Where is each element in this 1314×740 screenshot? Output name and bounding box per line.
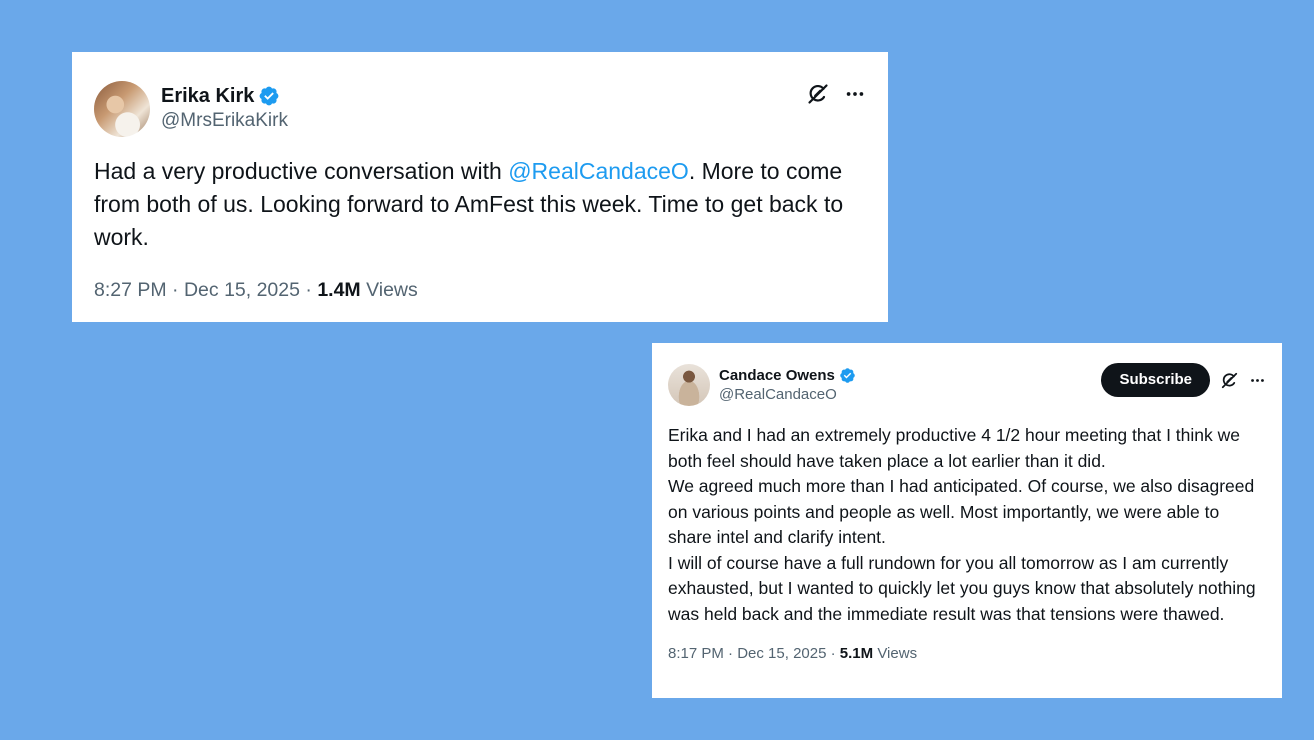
tweet-date[interactable]: Dec 15, 2025 [737, 645, 826, 662]
tweet-text: Erika and I had an extremely productive … [668, 423, 1266, 627]
tweet-paragraph: Erika and I had an extremely productive … [668, 425, 1240, 471]
avatar[interactable] [668, 364, 710, 406]
author-handle[interactable]: @RealCandaceO [719, 385, 856, 404]
tweet-text: Had a very productive conversation with … [94, 155, 866, 254]
grok-icon[interactable] [1220, 371, 1239, 390]
tweet-paragraph: We agreed much more than I had anticipat… [668, 476, 1255, 547]
name-row: Erika Kirk [161, 84, 288, 108]
tweet-meta: 8:27 PM · Dec 15, 2025 · 1.4M Views [94, 277, 866, 303]
avatar[interactable] [94, 81, 150, 137]
author-info: Candace Owens @RealCandaceO [719, 366, 856, 404]
tweet-actions [806, 82, 866, 106]
author-info: Erika Kirk @MrsErikaKirk [161, 84, 288, 134]
author-display-name[interactable]: Erika Kirk [161, 84, 254, 108]
views-label: Views [360, 279, 418, 301]
meta-separator: · [166, 279, 184, 301]
tweet-actions: Subscribe [1101, 363, 1266, 397]
tweet-paragraph: I will of course have a full rundown for… [668, 552, 1256, 624]
views-label: Views [873, 645, 918, 662]
more-options-icon[interactable] [1249, 372, 1266, 389]
meta-separator: · [826, 645, 840, 662]
views-count: 1.4M [317, 279, 361, 301]
more-options-icon[interactable] [844, 83, 866, 105]
views-count: 5.1M [839, 645, 874, 662]
tweet-card-candace-owens[interactable]: Candace Owens @RealCandaceO Subscribe Er… [652, 343, 1282, 698]
grok-icon[interactable] [806, 82, 830, 106]
author-display-name[interactable]: Candace Owens [719, 366, 835, 385]
author-handle[interactable]: @MrsErikaKirk [161, 108, 288, 134]
tweet-text-part: Had a very productive conversation with [94, 158, 509, 184]
meta-separator: · [299, 279, 318, 301]
mention-link[interactable]: @RealCandaceO [508, 158, 689, 184]
tweet-date[interactable]: Dec 15, 2025 [184, 279, 300, 301]
tweet-header: Erika Kirk @MrsErikaKirk [94, 52, 866, 138]
verified-badge-icon [839, 367, 856, 384]
tweet-time[interactable]: 8:17 PM [668, 645, 724, 662]
tweet-header: Candace Owens @RealCandaceO Subscribe [668, 343, 1266, 407]
name-row: Candace Owens [719, 366, 856, 385]
tweet-time[interactable]: 8:27 PM [94, 279, 167, 301]
subscribe-button[interactable]: Subscribe [1101, 363, 1210, 397]
verified-badge-icon [258, 85, 280, 107]
tweet-card-erika-kirk[interactable]: Erika Kirk @MrsErikaKirk Had a very prod… [72, 52, 888, 322]
meta-separator: · [723, 645, 738, 662]
tweet-meta: 8:17 PM · Dec 15, 2025 · 5.1M Views [668, 644, 1266, 664]
